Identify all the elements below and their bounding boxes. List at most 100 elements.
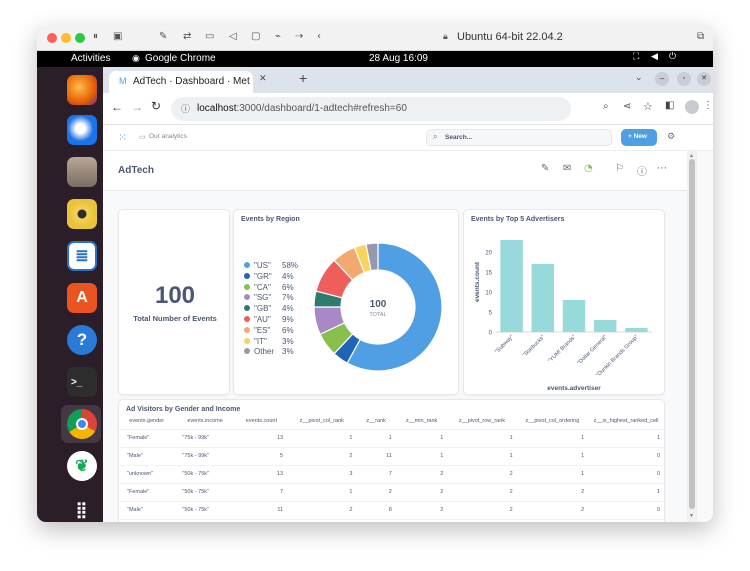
app-menu[interactable]: Google Chrome [145,53,216,64]
table-cell[interactable]: 1 [447,429,517,448]
table-cell[interactable]: 3 [395,519,448,522]
table-cell[interactable]: "Female" [119,483,175,502]
table-cell[interactable]: 2 [516,483,589,502]
minimize-window-button[interactable] [61,33,71,43]
table-cell[interactable]: "unknown" [119,465,175,484]
subscriptions-icon[interactable]: ✉ [563,163,571,174]
table-cell[interactable]: 1 [588,519,664,522]
rhythmbox-icon[interactable] [67,199,97,229]
disk-icon[interactable]: ▭ [205,31,214,42]
reload-icon[interactable]: ↻ [151,99,161,113]
scroll-down-icon[interactable]: ▼ [689,513,694,519]
thunderbird-icon[interactable] [67,115,97,145]
table-cell[interactable]: 2 [516,501,589,520]
table-cell[interactable]: "Male" [119,501,175,520]
column-header[interactable]: z__pivot_col_rank [287,414,357,430]
snapshot-icon[interactable]: ▣ [113,31,122,42]
network-status-icon[interactable]: ⛶ [633,52,639,62]
table-cell[interactable]: 3 [516,519,589,522]
table-cell[interactable]: 0 [588,447,664,466]
table-cell[interactable]: 3 [447,519,517,522]
search-input[interactable]: ⌕ Search... [426,129,612,146]
table-cell[interactable]: "75k - 99k" [174,429,236,448]
table-cell[interactable]: 3 [287,465,357,484]
table-cell[interactable]: 11 [235,501,288,520]
chrome-maximize-icon[interactable]: ▫ [677,72,691,86]
table-cell[interactable]: 1 [287,519,357,522]
column-header[interactable]: events.income [174,414,236,430]
table-cell[interactable]: 2 [447,501,517,520]
table-cell[interactable]: 0 [588,501,664,520]
side-panel-icon[interactable]: ◧ [665,100,674,111]
firefox-icon[interactable] [67,75,97,105]
bar[interactable] [562,300,586,332]
more-options-icon[interactable]: ⋯ [657,163,667,174]
bookmark-icon[interactable]: ⚐ [615,163,624,174]
clock[interactable]: 28 Aug 16:09 [369,53,428,64]
mongodb-icon[interactable]: ❦ [67,451,97,481]
files-icon[interactable] [67,157,97,187]
profile-avatar[interactable] [685,100,699,114]
bar[interactable] [500,240,523,332]
table-cell[interactable]: 5 [235,447,288,466]
show-apps-icon[interactable]: ⣿ [67,495,97,522]
table-cell[interactable]: 1 [395,429,448,448]
auto-refresh-icon[interactable]: ◔ [584,163,593,174]
table-cell[interactable]: 2 [356,483,396,502]
table-cell[interactable]: "Female" [119,429,175,448]
table-cell[interactable]: 0 [588,465,664,484]
address-bar[interactable]: ⓘ localhost:3000/dashboard/1-adtech#refr… [171,97,571,121]
column-header[interactable]: z__pivot_row_rank [447,414,517,430]
browser-tab[interactable]: M AdTech · Dashboard · Met [109,71,253,93]
volume-icon[interactable]: ◀ [651,52,658,62]
table-cell[interactable]: 3 [356,519,396,522]
fullscreen-icon[interactable]: ⧉ [697,31,704,42]
table-cell[interactable]: "50k - 75k" [174,483,236,502]
table-cell[interactable]: 2 [287,501,357,520]
pause-icon[interactable]: ⏸ [93,31,98,42]
app-center-icon[interactable]: A [67,283,97,313]
new-button[interactable]: + New [621,129,657,146]
table-cell[interactable]: 7 [356,465,396,484]
table-cell[interactable]: 2 [395,465,448,484]
events-by-region-card[interactable]: Events by Region "US" 58% "GR" 4% "CA" 6% "SG"… [233,209,459,395]
column-header[interactable]: events.gender [119,414,175,430]
scroll-up-icon[interactable]: ▲ [689,153,694,159]
events-by-advertiser-card[interactable]: Events by Top 5 Advertisers 0 5 10 15 20 even… [463,209,665,395]
table-cell[interactable]: 1 [356,429,396,448]
breadcrumb[interactable]: Our analytics [149,133,187,140]
column-header[interactable]: events.count [235,414,288,430]
chrome-menu-icon[interactable]: ⋮ [703,100,713,111]
table-cell[interactable]: 8 [356,501,396,520]
table-cell[interactable]: 1 [287,483,357,502]
edit-pencil-icon[interactable]: ✎ [541,163,549,174]
site-info-icon[interactable]: ⓘ [181,102,190,115]
bar[interactable] [531,264,555,332]
dashboard-title[interactable]: AdTech [118,165,154,176]
scrollbar-thumb[interactable] [689,159,695,509]
table-cell[interactable]: "50k - 75k" [174,465,236,484]
table-cell[interactable]: 1 [588,483,664,502]
table-cell[interactable]: 1 [588,429,664,448]
table-cell[interactable]: 1 [516,429,589,448]
table-cell[interactable]: 2 [287,447,357,466]
sound-icon[interactable]: ◁ [229,31,237,42]
back-icon[interactable]: ← [111,100,123,114]
usb-icon[interactable]: ⌁ [275,31,281,42]
tab-search-chevron-icon[interactable]: ⌄ [635,72,643,83]
total-events-card[interactable]: 100 Total Number of Events [118,209,230,395]
settings-wrench-icon[interactable]: ✎ [159,31,167,42]
bar[interactable] [625,328,648,332]
table-cell[interactable]: "50k - 75k" [174,501,236,520]
column-header[interactable]: z__is_highest_ranked_cell [588,414,664,430]
network-icon[interactable]: ⇄ [183,31,191,42]
table-cell[interactable]: "25k and below" [174,519,236,522]
close-window-button[interactable] [47,33,57,43]
writer-icon[interactable]: ≣ [67,241,97,271]
table-cell[interactable]: 5 [235,519,288,522]
table-cell[interactable]: 11 [356,447,396,466]
table-cell[interactable]: 13 [235,465,288,484]
bar[interactable] [593,320,617,332]
zoom-icon[interactable]: ⌕ [603,101,609,112]
table-cell[interactable]: 7 [235,483,288,502]
